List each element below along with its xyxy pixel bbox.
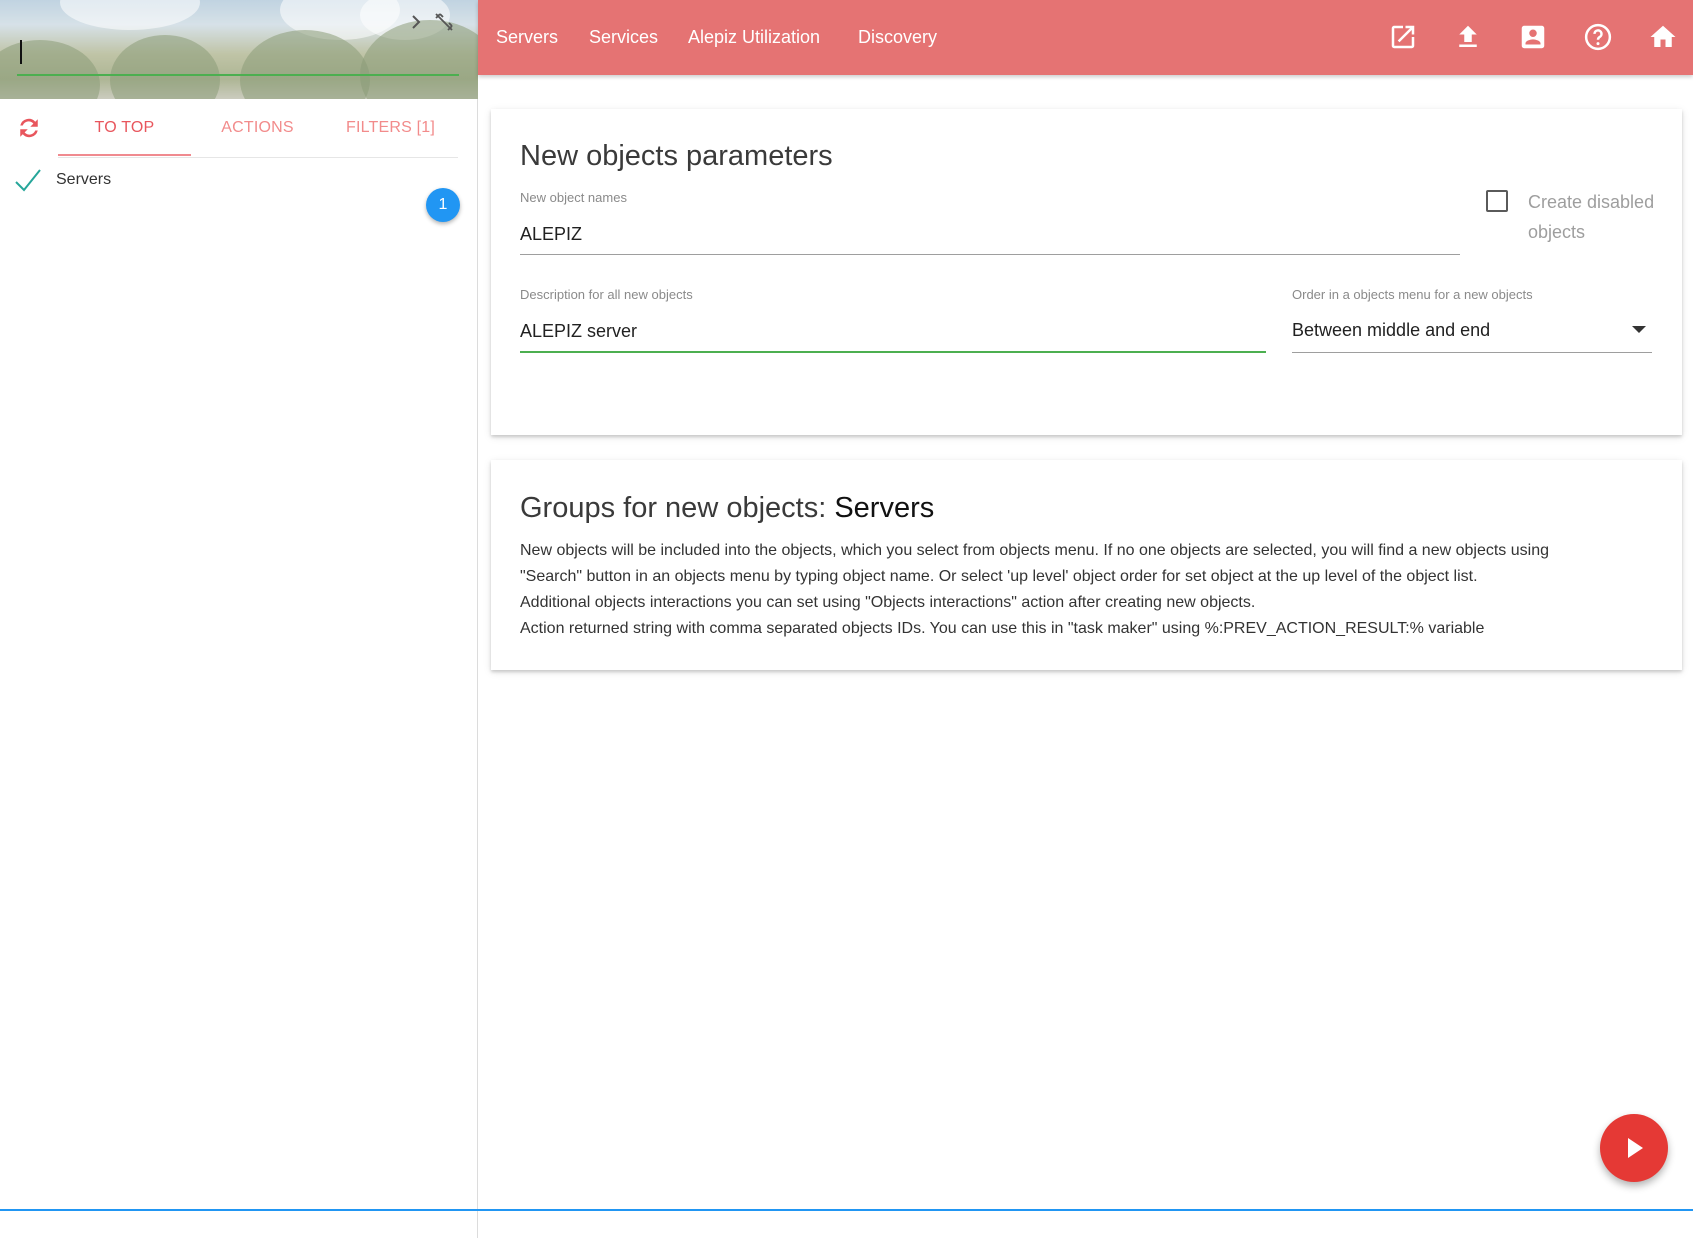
run-action-button[interactable] (1600, 1114, 1668, 1182)
groups-description-line: New objects will be included into the ob… (520, 542, 1549, 559)
tab-to-top[interactable]: TO TOP (58, 99, 191, 157)
nav-link-services[interactable]: Services (589, 0, 658, 75)
groups-title: Groups for new objects: Servers (520, 492, 934, 525)
create-disabled-checkbox[interactable] (1486, 190, 1508, 212)
selected-count-badge[interactable]: 1 (426, 188, 460, 222)
groups-description-line: "Search" button in an objects menu by ty… (520, 568, 1478, 585)
nav-link-servers[interactable]: Servers (496, 0, 558, 75)
new-objects-parameters-card: New objects parameters New object names … (491, 109, 1682, 435)
objects-search-input[interactable] (17, 30, 459, 76)
chevron-right-icon[interactable] (404, 10, 428, 34)
create-disabled-label: Create disabled objects (1528, 192, 1655, 242)
tab-filters[interactable]: FILTERS [1] (324, 99, 457, 157)
unlink-icon[interactable] (432, 10, 456, 34)
nav-link-alepiz-utilization[interactable]: Alepiz Utilization (688, 0, 820, 75)
checkmark-icon (15, 169, 41, 192)
order-label: Order in a objects menu for a new object… (1292, 287, 1533, 302)
tabs-divider (58, 157, 458, 158)
description-label: Description for all new objects (520, 287, 693, 302)
refresh-icon[interactable] (14, 113, 44, 143)
card-title: New objects parameters (520, 140, 833, 172)
order-select-value: Between middle and end (1292, 320, 1491, 340)
account-box-icon[interactable] (1518, 22, 1548, 52)
help-icon[interactable] (1583, 22, 1613, 52)
object-item-servers[interactable]: Servers (14, 166, 454, 196)
groups-title-value: Servers (834, 492, 935, 524)
home-icon[interactable] (1648, 22, 1678, 52)
sidebar-header (0, 0, 478, 99)
dropdown-arrow-icon (1632, 326, 1646, 333)
object-names-input[interactable] (520, 215, 1460, 255)
upload-icon[interactable] (1453, 22, 1483, 52)
object-names-label: New object names (520, 190, 627, 205)
groups-description-line: Additional objects interactions you can … (520, 594, 1256, 611)
open-in-new-icon[interactable] (1388, 22, 1418, 52)
object-item-label: Servers (56, 171, 112, 188)
play-icon (1628, 1138, 1643, 1158)
bottom-divider (0, 1209, 1693, 1211)
objects-sidebar: TO TOP ACTIONS FILTERS [1] Servers 1 (0, 0, 478, 1238)
groups-title-prefix: Groups for new objects: (520, 492, 835, 524)
active-tab-indicator (58, 154, 191, 156)
groups-card: Groups for new objects: Servers New obje… (491, 460, 1682, 670)
tab-actions[interactable]: ACTIONS (191, 99, 324, 157)
groups-description-line: Action returned string with comma separa… (520, 620, 1485, 637)
sidebar-tabs: TO TOP ACTIONS FILTERS [1] (0, 99, 478, 157)
top-navigation-bar: Servers Services Alepiz Utilization Disc… (478, 0, 1693, 75)
nav-link-discovery[interactable]: Discovery (858, 0, 937, 75)
order-select[interactable]: Between middle and end (1292, 312, 1652, 353)
text-cursor (20, 40, 22, 64)
description-input[interactable] (520, 312, 1266, 353)
